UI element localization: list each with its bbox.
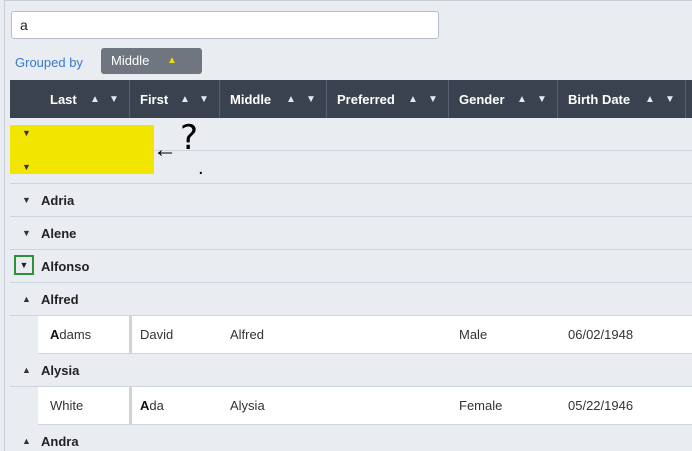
- sort-icon[interactable]: ▲: [286, 80, 296, 120]
- column-label: Preferred: [337, 92, 395, 107]
- column-header-first[interactable]: First ▲ ▼: [130, 80, 220, 118]
- column-header-middle[interactable]: Middle ▲ ▼: [220, 80, 327, 118]
- cell-first: David: [140, 327, 174, 342]
- group-label: Alene: [41, 226, 77, 241]
- search-input[interactable]: [11, 11, 439, 39]
- group-row-alysia[interactable]: ▲ Alysia: [10, 354, 692, 387]
- annotation-arrow-icon: ←: [153, 136, 177, 163]
- column-divider: [129, 316, 132, 354]
- cell-first: Ada: [140, 398, 164, 413]
- cell-last: Adams: [50, 327, 92, 342]
- annotation-dot: .: [198, 157, 204, 179]
- annotation-question-mark: ?: [180, 118, 199, 158]
- group-label: Alysia: [41, 363, 80, 378]
- sort-icon[interactable]: ▲: [517, 80, 527, 120]
- filter-icon[interactable]: ▼: [109, 80, 119, 120]
- grouped-by-label: Grouped by: [15, 55, 83, 70]
- cell-middle: Alfred: [230, 327, 264, 342]
- column-label: Birth Date: [568, 92, 631, 107]
- highlighter-caret-icon: ▼: [22, 162, 31, 172]
- sort-icon[interactable]: ▲: [645, 80, 655, 120]
- group-label: Andra: [41, 434, 79, 449]
- expand-caret-icon[interactable]: ▼: [14, 255, 34, 275]
- group-chip-label: Middle: [111, 53, 150, 68]
- column-header-birth-date[interactable]: Birth Date ▲ ▼: [558, 80, 686, 118]
- collapse-caret-icon[interactable]: ▲: [22, 425, 31, 450]
- filter-icon[interactable]: ▼: [199, 80, 209, 120]
- group-label: Adria: [41, 193, 75, 208]
- table-row[interactable]: Adams David Alfred Male 06/02/1948: [38, 316, 692, 354]
- column-label: First: [140, 92, 169, 107]
- column-label: Last: [50, 92, 77, 107]
- group-row-alfred[interactable]: ▲ Alfred: [10, 283, 692, 316]
- group-row-alene[interactable]: ▼ Alene: [10, 217, 692, 250]
- cell-gender: Male: [459, 327, 488, 342]
- group-label: Alfonso: [41, 259, 90, 274]
- expand-caret-icon[interactable]: ▼: [22, 184, 31, 216]
- cell-middle: Alysia: [230, 398, 265, 413]
- group-row-andra[interactable]: ▲ Andra: [10, 425, 692, 450]
- group-row-alfonso[interactable]: ▼ Alfonso: [10, 250, 692, 283]
- expand-caret-icon[interactable]: ▼: [22, 217, 31, 249]
- cell-birth-date: 06/02/1948: [568, 327, 634, 342]
- cell-birth-date: 05/22/1946: [568, 398, 634, 413]
- column-divider: [129, 387, 132, 425]
- filter-icon[interactable]: ▼: [428, 80, 438, 120]
- column-header-preferred[interactable]: Preferred ▲ ▼: [327, 80, 449, 118]
- column-label: Gender: [459, 92, 505, 107]
- highlighter-caret-icon: ▼: [22, 128, 31, 138]
- highlighter-mark: [10, 125, 154, 174]
- sort-icon[interactable]: ▲: [408, 80, 418, 120]
- sort-icon[interactable]: ▲: [180, 80, 190, 120]
- sort-asc-icon: ▲: [167, 55, 177, 66]
- filter-icon[interactable]: ▼: [306, 80, 316, 120]
- cell-last: White: [50, 398, 84, 413]
- grid-header: Last ▲ ▼ First ▲ ▼ Middle ▲ ▼ Preferred …: [10, 80, 692, 118]
- group-label: Alfred: [41, 292, 79, 307]
- column-label: Middle: [230, 92, 272, 107]
- collapse-caret-icon[interactable]: ▲: [22, 354, 31, 386]
- table-row[interactable]: White Ada Alysia Female 05/22/1946: [38, 387, 692, 425]
- sort-icon[interactable]: ▲: [90, 80, 100, 120]
- column-header-gender[interactable]: Gender ▲ ▼: [449, 80, 558, 118]
- filter-icon[interactable]: ▼: [665, 80, 675, 120]
- group-row-adria[interactable]: ▼ Adria: [10, 184, 692, 217]
- collapse-caret-icon[interactable]: ▲: [22, 283, 31, 315]
- group-chip-middle[interactable]: Middle ▲: [101, 48, 202, 74]
- column-header-last[interactable]: Last ▲ ▼: [10, 80, 130, 118]
- cell-gender: Female: [459, 398, 503, 413]
- filter-icon[interactable]: ▼: [537, 80, 547, 120]
